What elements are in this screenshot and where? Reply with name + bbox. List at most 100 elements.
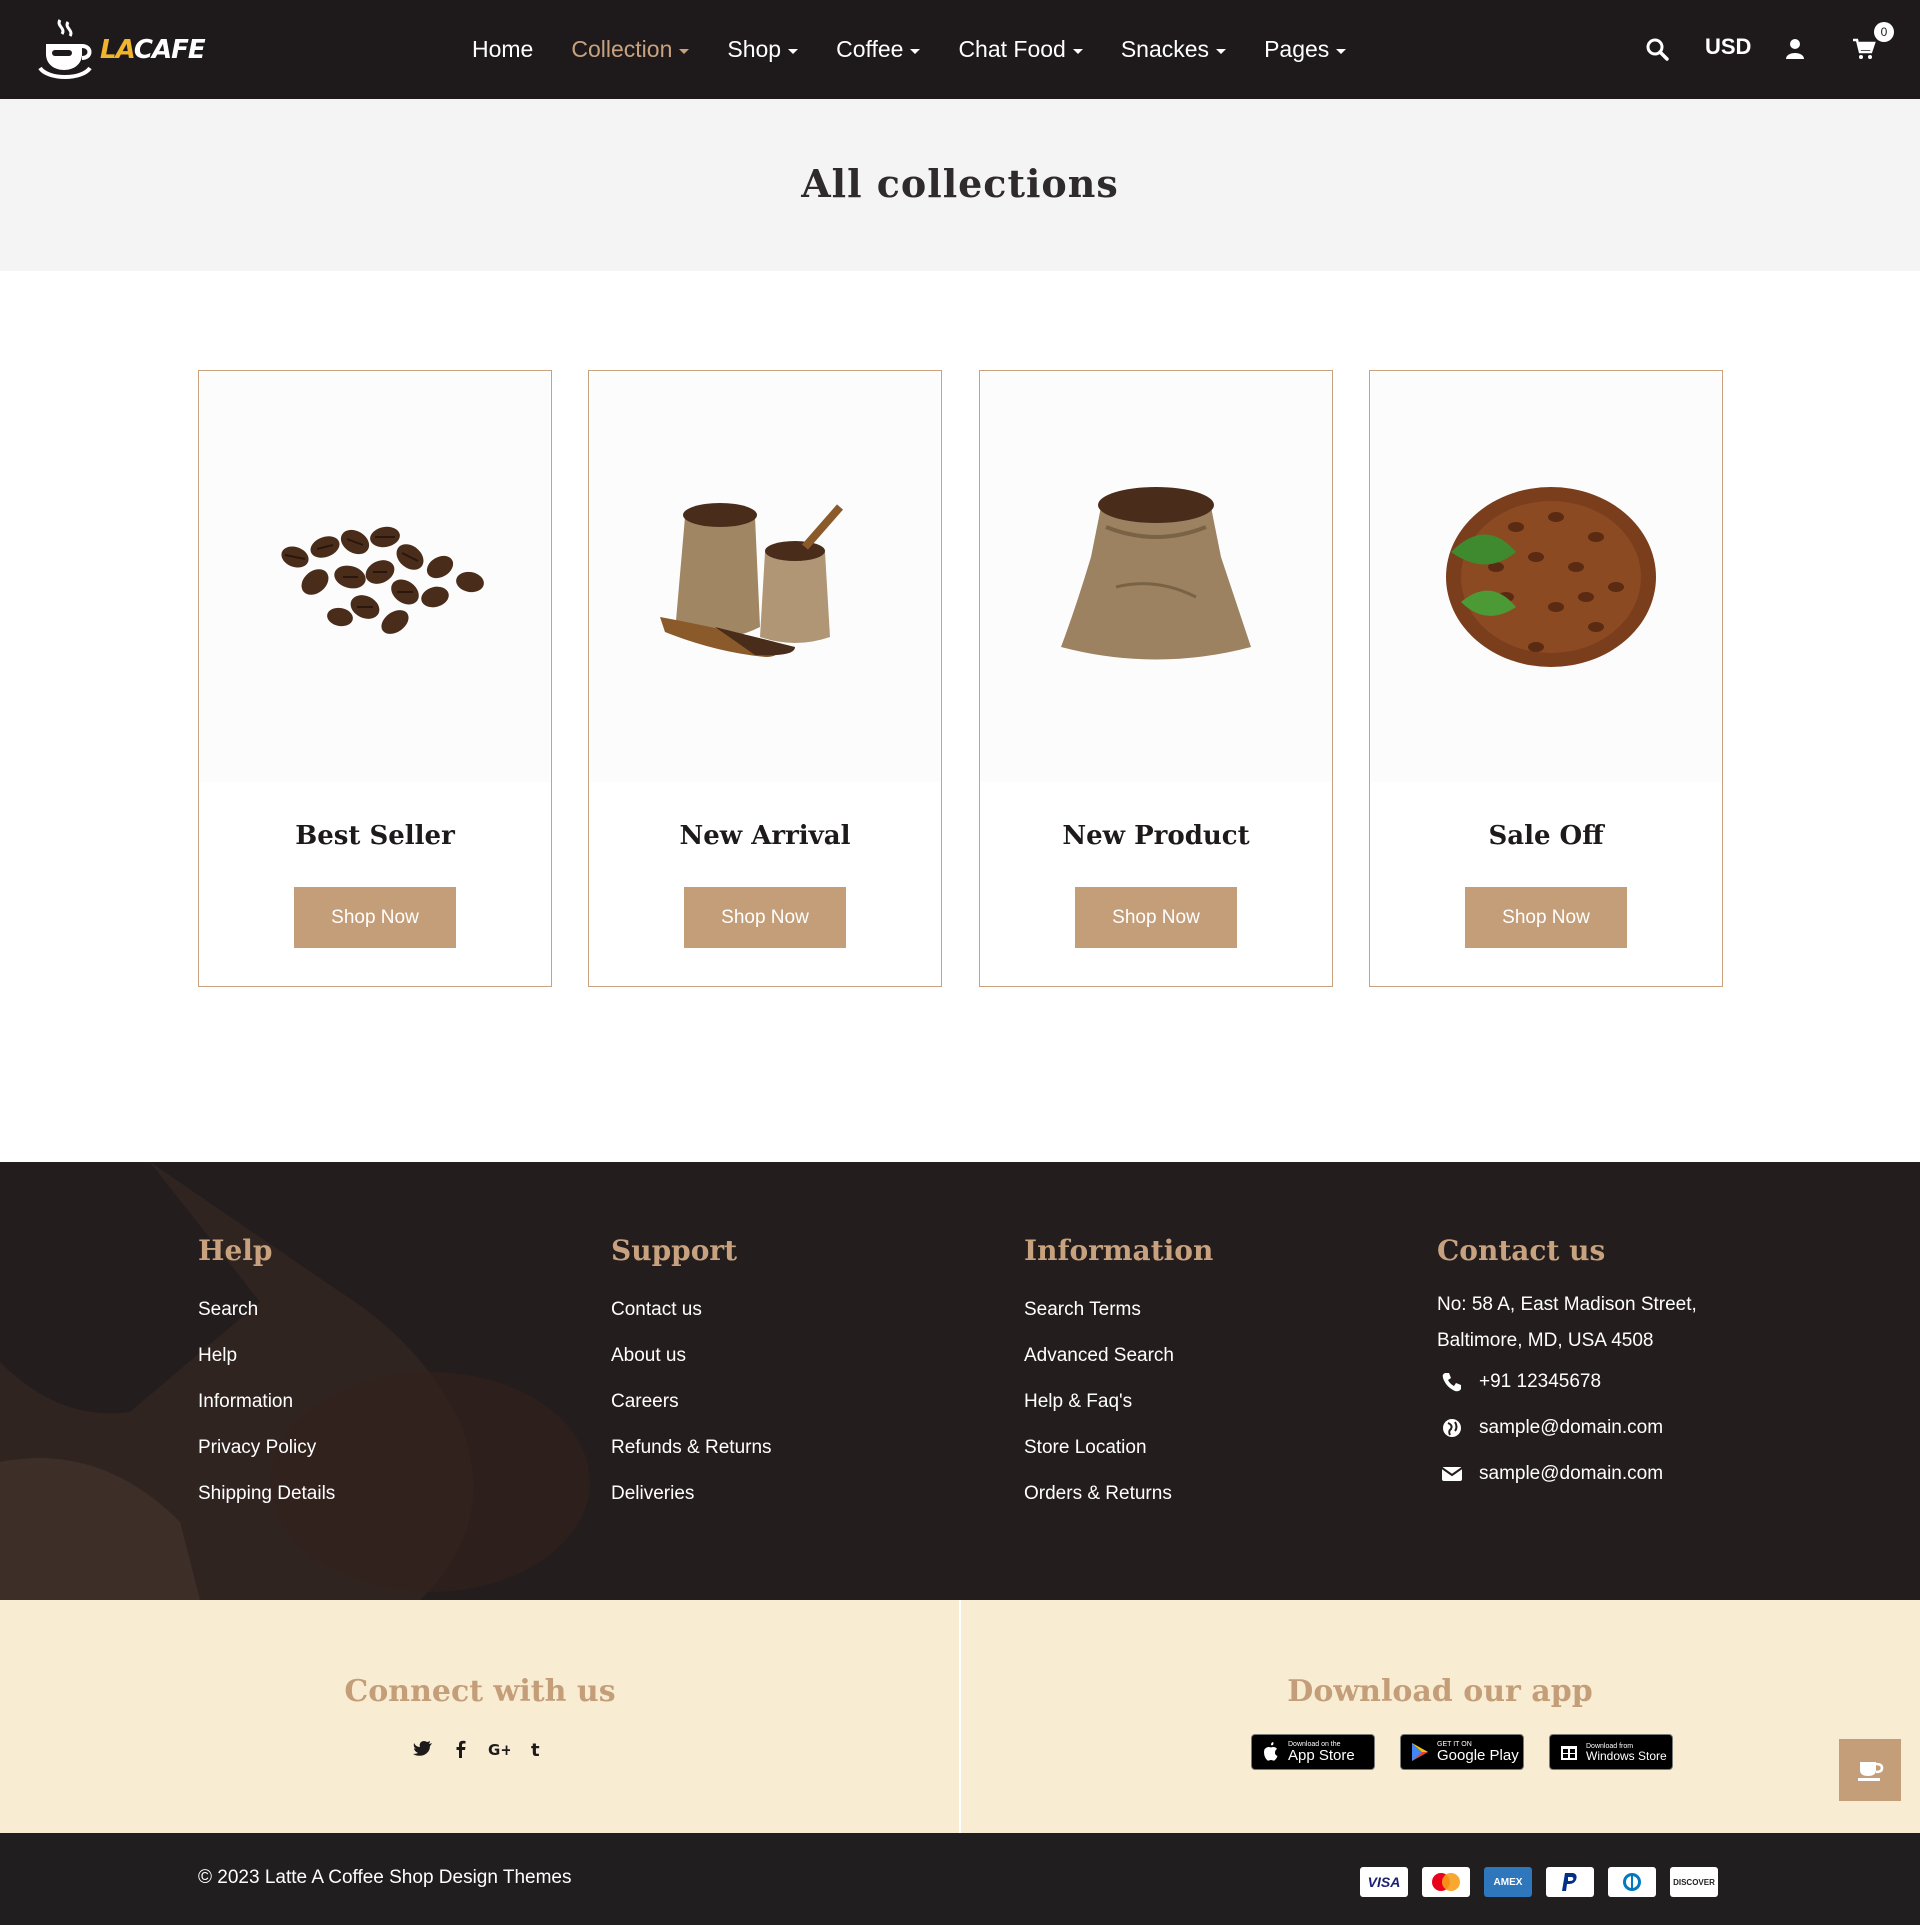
cart-count-badge: 0 [1874,22,1894,42]
footer-link[interactable]: Advanced Search [1024,1333,1213,1379]
google-play-badge[interactable]: GET IT ON Google Play [1400,1734,1524,1770]
chat-button[interactable] [1839,1739,1901,1801]
contact-address-line: No: 58 A, East Madison Street, [1437,1294,1697,1315]
footer-link[interactable]: Deliveries [611,1471,772,1517]
collection-title[interactable]: New Arrival [589,821,941,851]
chevron-down-icon [679,49,690,54]
contact-email[interactable]: sample@domain.com [1437,1451,1697,1497]
nav-pages[interactable]: Pages [1264,36,1347,63]
diners-club-icon [1608,1867,1656,1897]
coffee-scoop-background-image [0,1162,590,1600]
collection-card-best-seller[interactable]: Best Seller Shop Now [198,370,552,987]
svg-text:G+: G+ [488,1741,510,1759]
main-nav: Home Collection Shop Coffee Chat Food Sn… [472,0,1384,99]
footer-contact: Contact us No: 58 A, East Madison Street… [1437,1234,1697,1497]
footer-link[interactable]: Shipping Details [198,1471,335,1517]
shop-now-button[interactable]: Shop Now [684,887,846,948]
chevron-down-icon [1072,49,1083,54]
visa-icon: VISA [1360,1867,1408,1897]
footer-link[interactable]: Careers [611,1379,772,1425]
footer-link[interactable]: Search [198,1287,335,1333]
user-icon[interactable] [1783,37,1807,61]
collection-title[interactable]: Best Seller [199,821,551,851]
chevron-down-icon [788,49,799,54]
chevron-down-icon [1216,49,1227,54]
mastercard-icon [1422,1867,1470,1897]
contact-email[interactable]: sample@domain.com [1437,1405,1697,1451]
collection-card-new-arrival[interactable]: New Arrival Shop Now [588,370,942,987]
google-play-icon [1412,1743,1428,1761]
download-title: Download our app [1287,1674,1593,1709]
footer-link[interactable]: Help [198,1333,335,1379]
phone-icon [1442,1373,1461,1392]
nav-shop[interactable]: Shop [727,36,799,63]
google-plus-icon[interactable]: G+ [488,1738,510,1760]
collection-card-new-product[interactable]: New Product Shop Now [979,370,1333,987]
coffee-cup-icon [1858,1762,1884,1781]
collection-title[interactable]: New Product [980,821,1332,851]
footer-link[interactable]: Contact us [611,1287,772,1333]
footer-link[interactable]: Privacy Policy [198,1425,335,1471]
twitter-icon[interactable] [412,1738,434,1760]
shop-now-button[interactable]: Shop Now [294,887,456,948]
social-links: G+ t [0,1738,960,1760]
shop-now-button[interactable]: Shop Now [1075,887,1237,948]
burlap-sacks-image [660,503,844,657]
envelope-icon [1441,1467,1463,1481]
app-store-badge[interactable]: Download on the App Store [1251,1734,1375,1770]
logo-text: LACAFE [100,35,206,65]
footer-link[interactable]: Help & Faq's [1024,1379,1213,1425]
collection-image[interactable] [1371,372,1721,782]
globe-icon [1443,1419,1461,1437]
footer-heading: Support [611,1234,738,1267]
site-footer: Help Search Help Information Privacy Pol… [0,1162,1920,1600]
amex-icon: AMEX [1484,1867,1532,1897]
footer-link[interactable]: Orders & Returns [1024,1471,1213,1517]
nav-collection[interactable]: Collection [571,36,690,63]
windows-store-icon [1561,1746,1577,1760]
footer-link[interactable]: Information [198,1379,335,1425]
nav-coffee[interactable]: Coffee [836,36,921,63]
collection-image[interactable] [200,372,550,782]
page-banner: All collections [0,99,1920,271]
footer-link[interactable]: Store Location [1024,1425,1213,1471]
collection-image[interactable] [981,372,1331,782]
footer-information: Information Search Terms Advanced Search… [1024,1234,1213,1517]
payment-icons: VISA AMEX DISCOVER [1360,1867,1718,1897]
chevron-down-icon [910,49,921,54]
svg-text:t: t [531,1740,540,1760]
collections-grid: Best Seller Shop Now New Arrival Shop No… [198,370,1724,987]
footer-link[interactable]: About us [611,1333,772,1379]
nav-chat-food[interactable]: Chat Food [958,36,1083,63]
section-divider [959,1600,961,1833]
footer-heading: Help [198,1234,273,1267]
nav-snackes[interactable]: Snackes [1121,36,1227,63]
search-icon[interactable] [1645,37,1669,61]
beans-with-leaves-image [1446,487,1656,667]
burlap-sack-image [1061,487,1251,660]
cart-icon[interactable] [1852,37,1876,61]
shop-now-button[interactable]: Shop Now [1465,887,1627,948]
contact-phone: +91 12345678 [1437,1359,1697,1405]
apple-icon [1264,1742,1278,1761]
connect-download-section: Connect with us G+ t Download our app Do… [0,1600,1920,1833]
app-store-badges: Download on the App Store GET IT ON Google… [1251,1734,1673,1770]
collection-image[interactable] [590,372,940,782]
copyright-text: © 2023 Latte A Coffee Shop Design Themes [198,1867,572,1888]
currency-selector[interactable]: USD [1705,34,1751,60]
coffee-beans-image [281,526,484,634]
collection-card-sale-off[interactable]: Sale Off Shop Now [1369,370,1723,987]
footer-link[interactable]: Refunds & Returns [611,1425,772,1471]
paypal-icon [1546,1867,1594,1897]
nav-home[interactable]: Home [472,36,533,63]
collection-title[interactable]: Sale Off [1370,821,1722,851]
site-header: LACAFE Home Collection Shop Coffee Chat … [0,0,1920,99]
footer-link[interactable]: Search Terms [1024,1287,1213,1333]
footer-help: Help Search Help Information Privacy Pol… [198,1234,335,1517]
connect-title: Connect with us [344,1674,616,1709]
windows-store-badge[interactable]: Download from Windows Store [1549,1734,1673,1770]
tumblr-icon[interactable]: t [526,1738,548,1760]
discover-icon: DISCOVER [1670,1867,1718,1897]
facebook-icon[interactable] [450,1738,472,1760]
site-logo[interactable]: LACAFE [38,18,206,82]
